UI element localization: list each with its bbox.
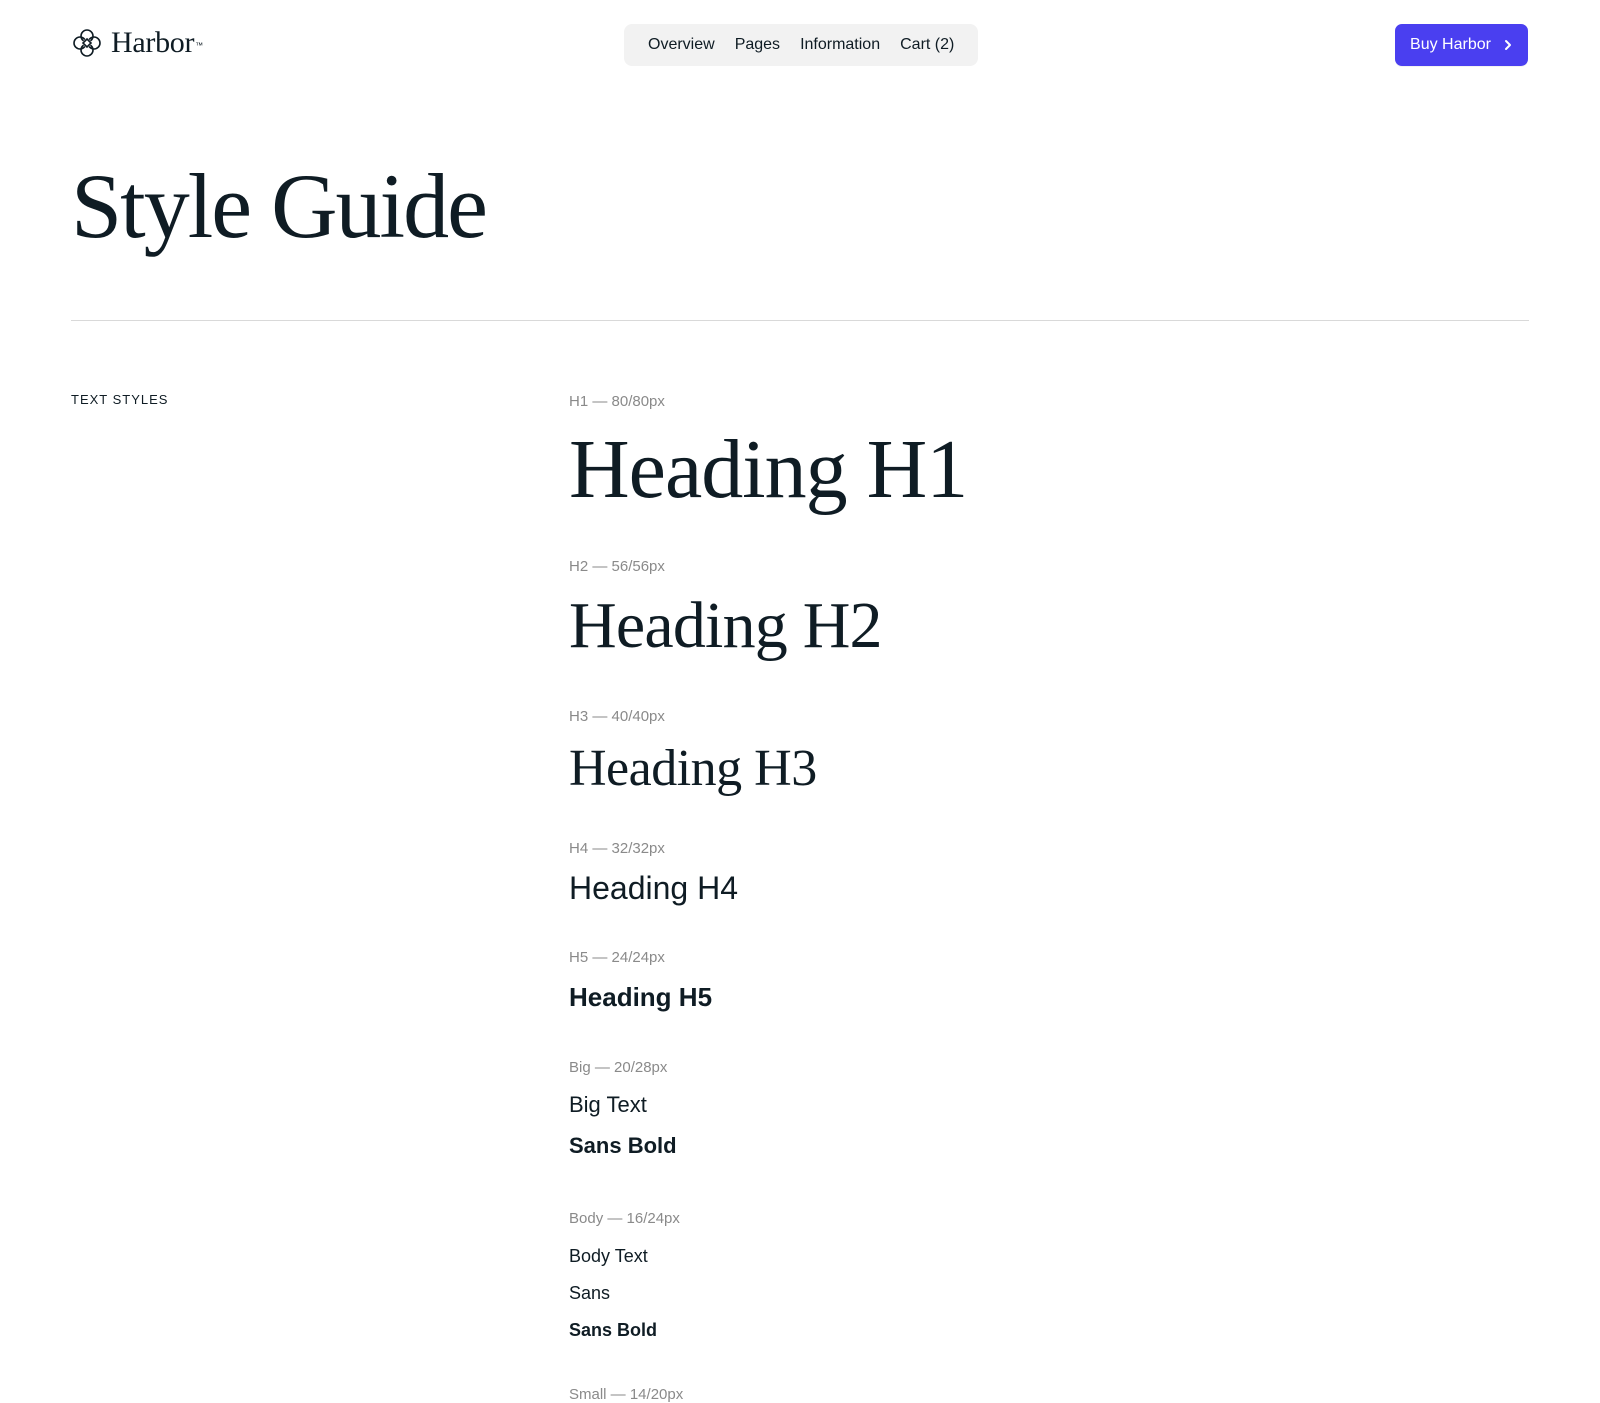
- sample-heading-h4: Heading H4: [569, 870, 738, 906]
- page-title: Style Guide: [71, 155, 488, 257]
- spec-h5: H5 — 24/24px: [569, 949, 665, 966]
- logo-trademark: ™: [195, 41, 204, 50]
- flower-logo-icon: [73, 29, 101, 57]
- nav-item-overview[interactable]: Overview: [638, 24, 725, 66]
- logo-link[interactable]: Harbor ™: [71, 27, 203, 59]
- nav-item-information[interactable]: Information: [790, 24, 890, 66]
- spec-big: Big — 20/28px: [569, 1059, 668, 1076]
- spec-h3: H3 — 40/40px: [569, 708, 665, 725]
- spec-h1: H1 — 80/80px: [569, 393, 665, 410]
- spec-body: Body — 16/24px: [569, 1210, 680, 1227]
- site-header: Harbor ™ Overview Pages Information Cart…: [0, 0, 1600, 90]
- section-divider: [71, 320, 1529, 321]
- spec-h4: H4 — 32/32px: [569, 840, 665, 857]
- nav-item-pages[interactable]: Pages: [725, 24, 790, 66]
- logo-text: Harbor: [111, 26, 195, 59]
- sample-body-text: Body Text: [569, 1246, 648, 1266]
- sample-heading-h1: Heading H1: [569, 423, 968, 516]
- section-label-text-styles: TEXT STYLES: [71, 392, 169, 407]
- sample-body-sans-bold: Sans Bold: [569, 1320, 658, 1340]
- main-nav: Overview Pages Information Cart (2): [624, 24, 979, 66]
- sample-body-sans: Sans: [569, 1283, 611, 1303]
- buy-harbor-label: Buy Harbor: [1410, 36, 1491, 53]
- spec-small: Small — 14/20px: [569, 1386, 684, 1403]
- sample-heading-h5: Heading H5: [569, 982, 713, 1012]
- sample-heading-h3: Heading H3: [569, 740, 817, 797]
- nav-item-cart[interactable]: Cart (2): [890, 24, 964, 66]
- sample-heading-h2: Heading H2: [569, 589, 883, 662]
- sample-big-text: Big Text: [569, 1092, 647, 1117]
- spec-h2: H2 — 56/56px: [569, 558, 665, 575]
- sample-big-sans-bold: Sans Bold: [569, 1133, 677, 1158]
- buy-harbor-button[interactable]: Buy Harbor: [1395, 24, 1528, 66]
- chevron-right-icon: [1504, 40, 1511, 50]
